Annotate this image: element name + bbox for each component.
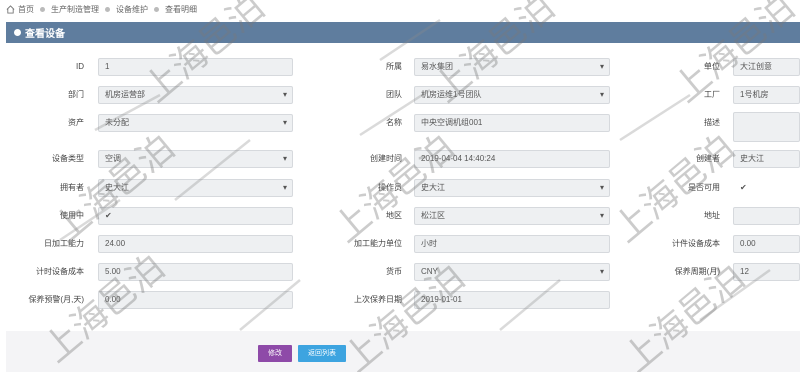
daily-capacity-field[interactable]: 24.00 [98,235,293,253]
available-box: ✔ [733,179,800,197]
maint-warn-label: 保养预警(月,天) [28,295,84,304]
panel-header: 查看设备 [6,22,800,43]
name-field[interactable]: 中央空调机组001 [414,114,610,132]
owner-select[interactable]: 史大江 [98,179,293,197]
currency-label: 货币 [386,267,402,276]
asset-select[interactable]: 未分配 [98,114,293,132]
currency-select[interactable]: CNY [414,263,610,281]
capacity-unit-label: 加工能力单位 [354,239,402,248]
unit-field[interactable]: 大江创意 [733,58,800,76]
desc-field[interactable] [733,112,800,142]
back-to-list-button[interactable]: 返回列表 [298,345,346,362]
group-label: 所属 [386,62,402,71]
piece-cost-label: 计件设备成本 [672,239,720,248]
dept-select[interactable]: 机房运营部 [98,86,293,104]
name-label: 名称 [386,118,402,127]
breadcrumb-separator-icon [154,6,159,12]
asset-label: 资产 [68,118,84,127]
available-label: 是否可用 [688,183,720,192]
region-label: 地区 [386,211,402,220]
id-field[interactable]: 1 [98,58,293,76]
address-field[interactable] [733,207,800,225]
team-select[interactable]: 机房运维1号团队 [414,86,610,104]
breadcrumb-home[interactable]: 首页 [18,4,34,15]
dept-label: 部门 [68,90,84,99]
timed-cost-label: 计时设备成本 [36,267,84,276]
breadcrumb-detail: 查看明细 [165,4,197,14]
equip-type-select[interactable]: 空调 [98,150,293,168]
factory-field[interactable]: 1号机房 [733,86,800,104]
region-select[interactable]: 松江区 [414,207,610,225]
in-use-label: 使用中 [60,211,84,220]
last-maint-label: 上次保养日期 [354,295,402,304]
equip-type-label: 设备类型 [52,154,84,163]
capacity-unit-field[interactable]: 小时 [414,235,610,253]
timed-cost-field[interactable]: 5.00 [98,263,293,281]
group-select[interactable]: 易水集团 [414,58,610,76]
team-label: 团队 [386,90,402,99]
piece-cost-field[interactable]: 0.00 [733,235,800,253]
address-label: 地址 [704,211,720,220]
in-use-box: ✔ [98,207,293,225]
breadcrumb-equipment[interactable]: 设备维护 [116,4,148,15]
edit-button[interactable]: 修改 [258,345,292,362]
form-footer: 修改 返回列表 [6,331,800,372]
operator-label: 操作员 [378,183,402,192]
created-at-label: 创建时间 [370,154,402,163]
unit-label: 单位 [704,62,720,71]
breadcrumb-separator-icon [105,6,110,12]
maint-warn-field[interactable]: 0.00 [98,291,293,309]
home-icon[interactable] [6,4,15,14]
owner-label: 拥有者 [60,183,84,192]
operator-select[interactable]: 史大江 [414,179,610,197]
last-maint-field[interactable]: 2019-01-01 [414,291,610,309]
equipment-form: ID 1 部门 机房运营部 资产 未分配 设备类型 空调 拥有者 史大江 使用中… [6,46,800,330]
created-at-field[interactable]: 2019-04-04 14:40:24 [414,150,610,168]
creator-field[interactable]: 史大江 [733,150,800,168]
creator-label: 创建者 [696,154,720,163]
maint-cycle-label: 保养周期(月) [674,267,720,276]
page-title: 查看设备 [25,29,65,40]
factory-label: 工厂 [704,90,720,99]
daily-capacity-label: 日加工能力 [44,239,84,248]
in-use-checkbox[interactable]: ✔ [105,212,113,220]
available-checkbox[interactable]: ✔ [740,184,748,192]
tag-icon [14,29,21,36]
breadcrumb: 首页 生产制造管理 设备维护 查看明细 [0,0,800,18]
desc-label: 描述 [704,118,720,127]
maint-cycle-field[interactable]: 12 [733,263,800,281]
breadcrumb-separator-icon [40,6,45,12]
breadcrumb-production[interactable]: 生产制造管理 [51,4,99,15]
id-label: ID [76,62,84,71]
